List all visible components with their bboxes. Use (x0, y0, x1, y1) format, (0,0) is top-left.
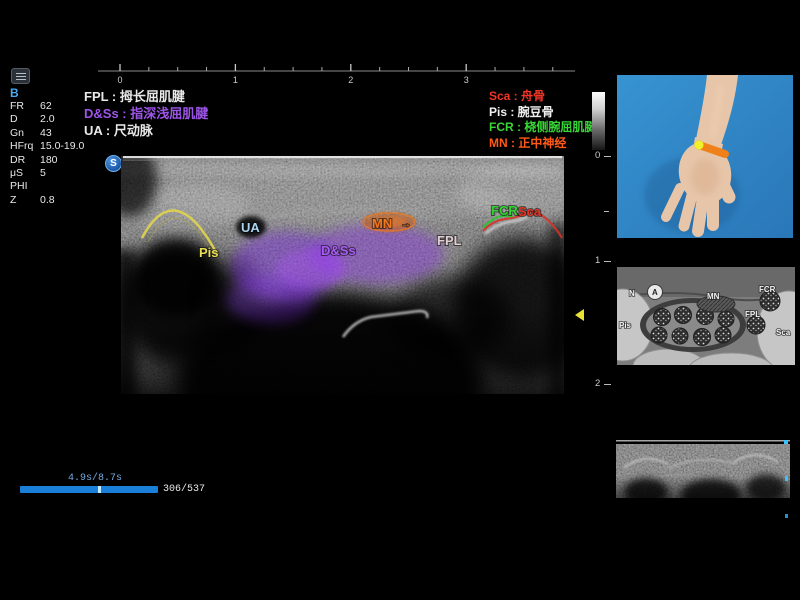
legend-item: MN : 正中神经 (489, 136, 596, 152)
label-pis: Pis (199, 245, 219, 260)
ruler-tick (604, 261, 611, 262)
label-ua: UA (241, 220, 260, 235)
ruler-label: 2 (595, 379, 600, 388)
legend-item: Sca : 舟骨 (489, 89, 596, 105)
ruler-tick (604, 211, 609, 212)
legend-right: Sca : 舟骨 Pis : 腕豆骨 FCR : 桡侧腕屈肌腱 MN : 正中神… (489, 89, 596, 151)
label-sca: Sca (518, 204, 542, 219)
mn-pointer-arrow: → (401, 219, 411, 230)
diagram-label-fcr: FCR (759, 285, 776, 294)
legend-item: D&Ss : 指深浅屈肌腱 (84, 105, 208, 122)
param-row: HFrq15.0-19.0 (10, 140, 110, 153)
label-mn: MN (372, 216, 392, 231)
cine-time: 4.9s/8.7s (68, 473, 122, 484)
ultrasound-app: B FR62 D2.0 Gn43 HFrq15.0-19.0 DR180 μS5… (0, 0, 800, 600)
label-fcr: FCR (491, 203, 518, 218)
diagram-label-mn: MN (707, 292, 720, 301)
ruler-label: 1 (233, 75, 238, 85)
label-dss: D&Ss (321, 243, 356, 258)
param-row: PHI (10, 180, 110, 193)
legend-item: FPL : 拇长屈肌腱 (84, 88, 208, 105)
ruler-label: 1 (595, 256, 600, 265)
ruler-tick (604, 156, 611, 157)
diagram-label-sca: Sca (776, 328, 791, 337)
cine-frame-counter: 306/537 (163, 484, 205, 495)
ruler-label: 0 (117, 75, 122, 85)
thumb-bottom-mark (785, 514, 788, 518)
legend-left: FPL : 拇长屈肌腱 D&Ss : 指深浅屈肌腱 UA : 尺动脉 (84, 88, 208, 139)
anatomy-diagram[interactable]: N A MN FCR FPL Pis Sca (617, 267, 795, 370)
skin-line (123, 156, 562, 158)
probe-marker-dot (695, 141, 704, 150)
diagram-label-a: A (652, 288, 658, 297)
diagram-label-fpl: FPL (745, 310, 760, 319)
ruler-label: 3 (464, 75, 469, 85)
param-row: Z0.8 (10, 194, 110, 207)
legend-item: UA : 尺动脉 (84, 122, 208, 139)
fcr-tendon (760, 291, 780, 311)
ruler-tick (604, 384, 611, 385)
cine-progress-bar[interactable] (20, 486, 158, 493)
diagram-label-n: N (629, 289, 635, 298)
label-fpl: FPL (437, 233, 462, 248)
mode-label: B (10, 86, 19, 100)
diagram-label-pis: Pis (619, 321, 632, 330)
bmode-scan-image: Pis UA MN → D&Ss FPL FCR Sca (121, 154, 564, 460)
param-row: DR180 (10, 154, 110, 167)
probe-orientation-marker: S (105, 155, 122, 172)
param-row: μS5 (10, 167, 110, 180)
ruler-label: 2 (348, 75, 353, 85)
horizontal-ruler: 0 1 2 3 (90, 60, 580, 88)
legend-item: Pis : 腕豆骨 (489, 105, 596, 121)
legend-item: FCR : 桡侧腕屈肌腱 (489, 120, 596, 136)
thumb-corner-mark (784, 440, 788, 444)
menu-icon[interactable] (11, 68, 30, 84)
focus-marker-arrow[interactable] (575, 309, 584, 321)
ruler-label: 0 (595, 151, 600, 160)
probe-position-photo[interactable] (617, 75, 793, 243)
thumb-depth-mark (785, 476, 788, 481)
cine-progress-marker[interactable] (98, 486, 101, 493)
reference-scan-thumbnail[interactable] (616, 438, 790, 527)
grayscale-map (592, 92, 605, 150)
